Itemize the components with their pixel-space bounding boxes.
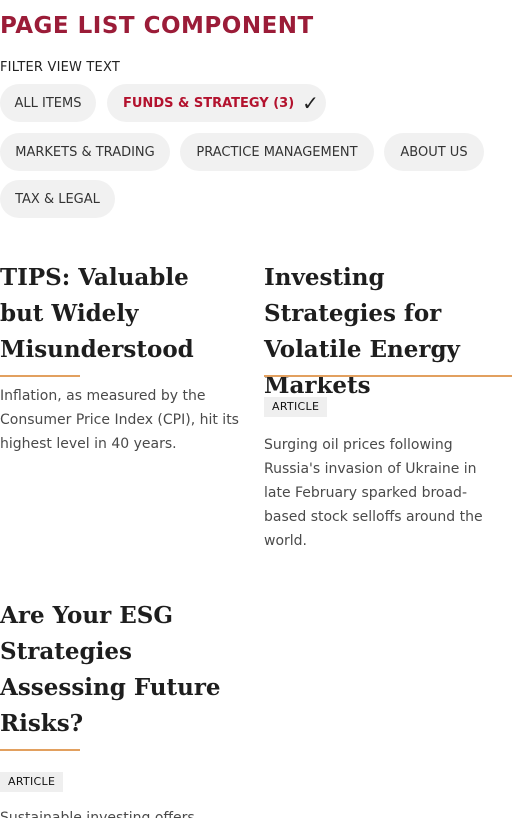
card-title-link[interactable]: Investing Strategies for Volatile Energy… [264,264,460,399]
card-title-energy-markets[interactable]: Investing Strategies for Volatile Energy… [264,260,512,404]
card-divider [0,375,80,377]
card-title-tips[interactable]: TIPS: Valuable but Widely Misunderstood [0,260,240,368]
filter-chip-label: PRACTICE MANAGEMENT [196,144,358,160]
card-divider [0,749,80,751]
filter-chip-tax-legal[interactable]: TAX & LEGAL [0,180,115,218]
page-list-component: PAGE LIST COMPONENT FILTER VIEW TEXT ALL… [0,0,512,818]
filter-label: FILTER VIEW TEXT [0,60,120,75]
checkmark-icon: ✓ [302,91,319,115]
filter-chip-practice-management[interactable]: PRACTICE MANAGEMENT [180,133,374,171]
filter-chip-all-items[interactable]: ALL ITEMS [0,84,96,122]
page-title: PAGE LIST COMPONENT [0,13,314,40]
filter-chip-label: ALL ITEMS [14,95,82,111]
filter-chip-about-us[interactable]: ABOUT US [384,133,484,171]
card-divider [264,375,512,377]
filter-chip-label: ABOUT US [400,144,468,160]
filter-chip-label: FUNDS & STRATEGY (3) [123,95,295,111]
filter-chip-label: TAX & LEGAL [15,191,100,207]
card-description: Inflation, as measured by the Consumer P… [0,388,239,452]
article-badge: ARTICLE [0,772,64,792]
card-description: Sustainable investing offers [0,810,195,818]
card-description: Surging oil prices following Russia's in… [264,437,483,549]
card-title-link[interactable]: Are Your ESG Strategies Assessing Future… [0,602,221,737]
article-badge: ARTICLE [264,397,328,417]
filter-chip-label: MARKETS & TRADING [15,144,155,160]
card-title-esg[interactable]: Are Your ESG Strategies Assessing Future… [0,598,240,742]
filter-chip-funds-strategy[interactable]: FUNDS & STRATEGY (3) ✓ [107,84,326,122]
filter-chip-markets-trading[interactable]: MARKETS & TRADING [0,133,170,171]
card-title-link[interactable]: TIPS: Valuable but Widely Misunderstood [0,264,194,363]
